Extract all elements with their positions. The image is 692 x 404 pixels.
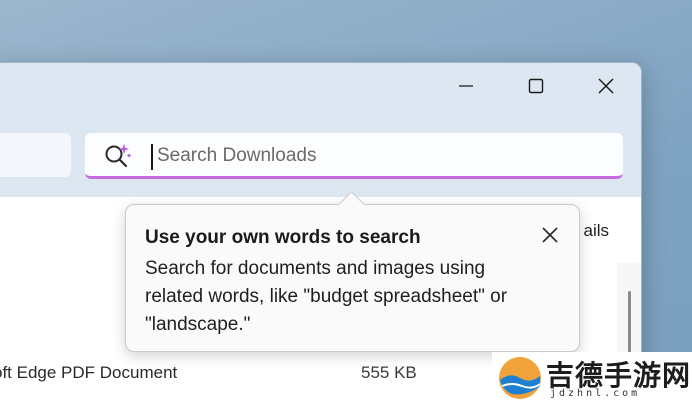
title-bar — [0, 63, 641, 119]
close-window-button[interactable] — [583, 71, 629, 101]
search-input[interactable] — [157, 141, 597, 171]
text-cursor — [151, 144, 153, 170]
tooltip-title: Use your own words to search — [145, 227, 421, 248]
search-teaching-tip: Use your own words to search Search for … — [125, 191, 580, 352]
details-button-label[interactable]: ails — [583, 221, 609, 241]
search-box[interactable] — [85, 133, 623, 179]
file-size-cell: 555 KB — [361, 363, 417, 382]
minimize-icon — [459, 85, 473, 87]
watermark-logo-icon — [499, 357, 541, 399]
close-icon — [542, 227, 558, 243]
maximize-button[interactable] — [513, 71, 559, 101]
watermark-subtext: jdzhnl.com — [550, 388, 641, 399]
close-icon — [598, 78, 614, 94]
address-bar[interactable] — [0, 133, 71, 177]
tooltip-close-button[interactable] — [536, 221, 564, 249]
site-watermark: 吉德手游网 jdzhnl.com — [492, 352, 692, 404]
maximize-icon — [528, 78, 544, 94]
minimize-button[interactable] — [443, 71, 489, 101]
file-type-cell: oft Edge PDF Document — [0, 363, 178, 382]
address-toolbar — [0, 119, 641, 198]
tooltip-body: Search for documents and images using re… — [145, 258, 508, 335]
ai-search-icon — [105, 144, 132, 168]
